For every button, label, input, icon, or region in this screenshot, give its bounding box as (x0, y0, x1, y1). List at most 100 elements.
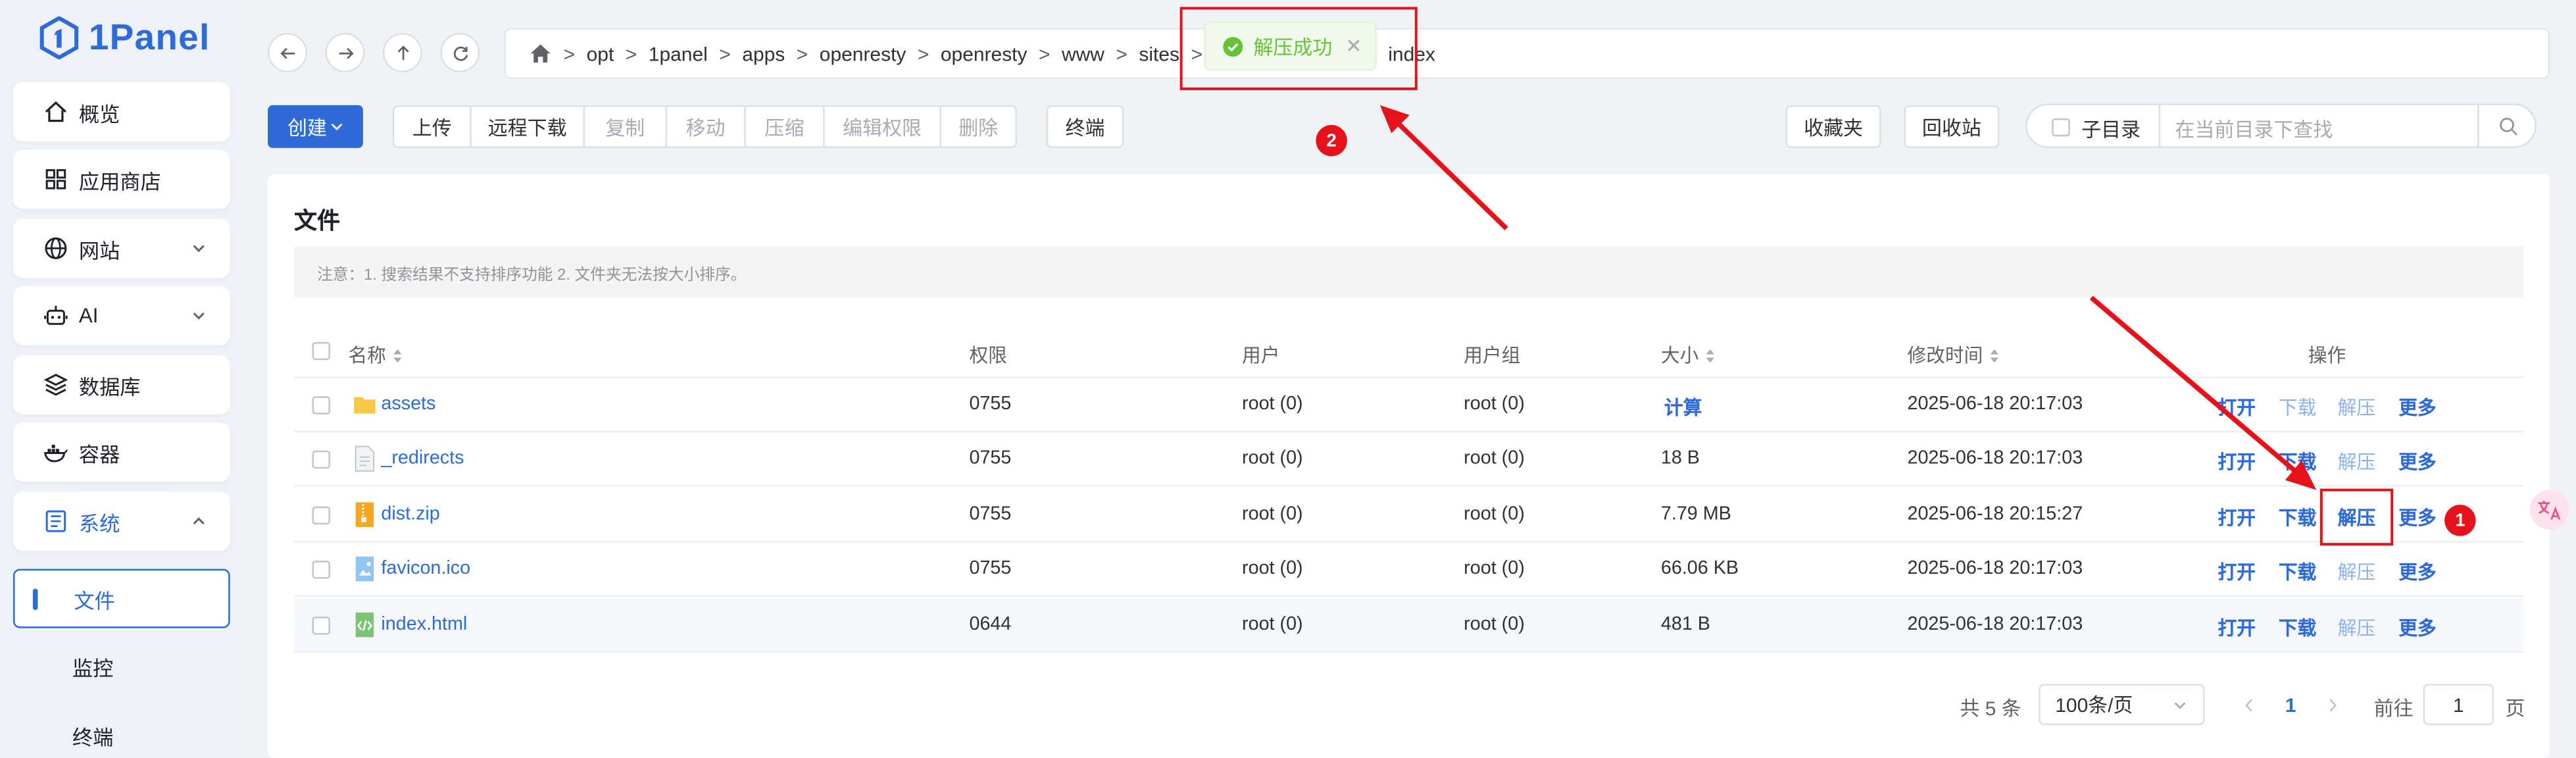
column-label: 名称 (348, 347, 386, 367)
file-group[interactable]: root (0) (1464, 559, 1525, 579)
sidebar-subitem-label: 监控 (72, 657, 114, 680)
file-permission[interactable]: 0755 (969, 505, 1011, 524)
file-group[interactable]: root (0) (1464, 505, 1525, 524)
remote-download-button[interactable]: 远程下载 (470, 105, 585, 148)
calculate-size-link[interactable]: 计算 (1664, 395, 1702, 421)
sidebar-item-website[interactable]: 网站 (12, 218, 230, 278)
sidebar-subitem-files[interactable]: 文件 (12, 568, 230, 628)
recycle-bin-button[interactable]: 回收站 (1904, 105, 2000, 148)
terminal-button[interactable]: 终端 (1046, 105, 1124, 148)
close-icon[interactable]: ✕ (1345, 34, 1362, 57)
file-permission[interactable]: 0755 (969, 449, 1011, 468)
more-link[interactable]: 更多 (2398, 449, 2436, 475)
file-user[interactable]: root (0) (1242, 559, 1303, 579)
download-link[interactable]: 下载 (2279, 615, 2316, 642)
refresh-button[interactable] (440, 32, 480, 72)
notice-bar: 注意：1. 搜索结果不支持排序功能 2. 文件夹无法按大小排序。 (294, 246, 2524, 298)
row-checkbox[interactable] (312, 561, 330, 579)
edit-permission-button[interactable]: 编辑权限 (823, 105, 942, 148)
compress-button[interactable]: 压缩 (744, 105, 825, 148)
open-link[interactable]: 打开 (2217, 559, 2255, 586)
forward-button[interactable] (325, 32, 365, 72)
file-permission[interactable]: 0644 (969, 615, 1011, 635)
file-name[interactable]: _redirects (381, 449, 464, 468)
arrow-left-icon (280, 47, 295, 59)
create-button[interactable]: 创建 (268, 105, 363, 148)
open-link[interactable]: 打开 (2217, 449, 2255, 475)
row-checkbox[interactable] (312, 506, 330, 525)
breadcrumb-item[interactable]: openresty (820, 42, 906, 65)
subdir-checkbox[interactable] (2052, 118, 2070, 137)
extract-link[interactable]: 解压 (2338, 559, 2375, 586)
search-input[interactable]: 在当前目录下查找 (2175, 115, 2333, 143)
sidebar-item-ai[interactable]: AI (12, 286, 230, 345)
breadcrumb-item[interactable]: openresty (941, 42, 1028, 65)
breadcrumb-item[interactable]: apps (742, 42, 785, 65)
file-group[interactable]: root (0) (1464, 449, 1525, 468)
file-permission[interactable]: 0755 (969, 559, 1011, 579)
column-size[interactable]: 大小 (1661, 342, 1715, 368)
download-link[interactable]: 下载 (2279, 395, 2316, 421)
file-group[interactable]: root (0) (1464, 615, 1525, 635)
more-link[interactable]: 更多 (2398, 559, 2436, 586)
next-page-icon[interactable] (2328, 697, 2338, 714)
file-permission[interactable]: 0755 (969, 395, 1011, 415)
sidebar-item-system[interactable]: 系统 (12, 492, 230, 551)
breadcrumb-item[interactable]: 1panel (649, 42, 708, 65)
page-size-select[interactable]: 100条/页 (2039, 684, 2205, 726)
column-mtime[interactable]: 修改时间 (1907, 342, 1999, 368)
prev-page-icon[interactable] (2244, 697, 2254, 714)
row-checkbox[interactable] (312, 450, 330, 469)
extract-link[interactable]: 解压 (2338, 395, 2375, 421)
open-link[interactable]: 打开 (2217, 615, 2255, 642)
extract-link[interactable]: 解压 (2338, 505, 2375, 531)
breadcrumb-item[interactable]: sites (1139, 42, 1179, 65)
sidebar-item-app-store[interactable]: 应用商店 (12, 149, 230, 209)
sidebar-subitem-terminal[interactable]: 终端 (13, 705, 230, 758)
open-link[interactable]: 打开 (2217, 505, 2255, 531)
extract-link[interactable]: 解压 (2338, 615, 2375, 642)
up-button[interactable] (382, 32, 422, 72)
file-name[interactable]: assets (381, 395, 435, 415)
move-button[interactable]: 移动 (665, 105, 746, 148)
sidebar-subitem-monitor[interactable]: 监控 (13, 636, 230, 695)
delete-button[interactable]: 删除 (939, 105, 1017, 148)
home-icon[interactable] (529, 43, 552, 64)
file-user[interactable]: root (0) (1242, 505, 1303, 524)
select-all-checkbox[interactable] (312, 341, 330, 361)
back-button[interactable] (268, 32, 308, 72)
sidebar-item-overview[interactable]: 概览 (12, 82, 230, 141)
breadcrumb-item[interactable]: www (1062, 42, 1104, 65)
breadcrumb-item[interactable]: opt (587, 42, 614, 65)
file-group[interactable]: root (0) (1464, 395, 1525, 415)
file-user[interactable]: root (0) (1242, 615, 1303, 635)
more-link[interactable]: 更多 (2398, 505, 2436, 531)
file-name[interactable]: favicon.ico (381, 559, 470, 579)
row-checkbox[interactable] (312, 617, 330, 635)
download-link[interactable]: 下载 (2279, 449, 2316, 475)
open-link[interactable]: 打开 (2217, 395, 2255, 421)
file-name[interactable]: dist.zip (381, 505, 439, 524)
row-checkbox[interactable] (312, 396, 330, 415)
file-user[interactable]: root (0) (1242, 449, 1303, 468)
download-link[interactable]: 下载 (2279, 559, 2316, 586)
breadcrumb-item[interactable]: index (1388, 42, 1435, 65)
extract-link[interactable]: 解压 (2338, 449, 2375, 475)
column-name[interactable]: 名称 (348, 342, 402, 368)
file-name[interactable]: index.html (381, 615, 467, 635)
more-link[interactable]: 更多 (2398, 395, 2436, 421)
download-link[interactable]: 下载 (2279, 505, 2316, 531)
file-user[interactable]: root (0) (1242, 395, 1303, 415)
translate-button[interactable] (2529, 490, 2569, 530)
copy-button[interactable]: 复制 (583, 105, 667, 148)
sidebar-item-container[interactable]: 容器 (12, 422, 230, 482)
toast-message: 解压成功 (1253, 35, 1333, 59)
sidebar-item-database[interactable]: 数据库 (12, 355, 230, 415)
app-logo[interactable]: 1Panel (39, 16, 211, 59)
more-link[interactable]: 更多 (2398, 615, 2436, 642)
goto-page-input[interactable]: 1 (2423, 684, 2494, 726)
page-number-current[interactable]: 1 (2285, 694, 2296, 717)
search-icon[interactable] (2499, 116, 2519, 136)
upload-button[interactable]: 上传 (392, 105, 472, 148)
favorites-button[interactable]: 收藏夹 (1785, 105, 1881, 148)
